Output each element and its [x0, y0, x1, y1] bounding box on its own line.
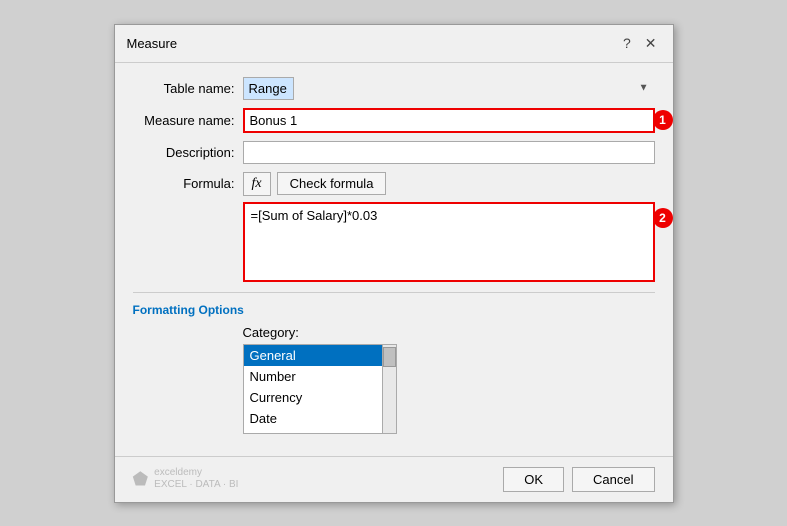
watermark-icon: ⬟	[133, 469, 149, 490]
help-button[interactable]: ?	[619, 33, 635, 53]
table-name-label: Table name:	[133, 81, 243, 96]
table-name-select-wrapper: Range	[243, 77, 655, 100]
measure-name-row: Measure name: 1	[133, 108, 655, 133]
table-name-row: Table name: Range	[133, 77, 655, 100]
check-formula-button[interactable]: Check formula	[277, 172, 387, 195]
measure-name-label: Measure name:	[133, 113, 243, 128]
measure-name-wrapper: 1	[243, 108, 655, 133]
list-item[interactable]: Number	[244, 366, 382, 387]
dialog-footer: ⬟ exceldemy EXCEL · DATA · BI OK Cancel	[115, 456, 673, 502]
formatting-section-title: Formatting Options	[133, 303, 655, 317]
list-item[interactable]: General	[244, 345, 382, 366]
title-bar-buttons: ? ✕	[619, 33, 661, 54]
footer-buttons: OK Cancel	[503, 467, 654, 492]
measure-name-input[interactable]	[243, 108, 655, 133]
formula-row: Formula: fx Check formula	[133, 172, 655, 196]
scrollbar[interactable]	[383, 344, 397, 434]
formula-textarea-wrapper: 2	[243, 202, 655, 282]
formula-label: Formula:	[133, 176, 243, 191]
separator	[133, 292, 655, 293]
description-input[interactable]	[243, 141, 655, 164]
close-button[interactable]: ✕	[641, 33, 661, 54]
watermark-line1: exceldemy	[154, 467, 238, 479]
dialog-body: Table name: Range Measure name: 1 Descri…	[115, 63, 673, 444]
table-name-select[interactable]: Range	[243, 77, 294, 100]
watermark-text: exceldemy EXCEL · DATA · BI	[154, 467, 238, 491]
list-item[interactable]: Currency	[244, 387, 382, 408]
category-label: Category:	[243, 325, 655, 340]
watermark-line2: EXCEL · DATA · BI	[154, 479, 238, 491]
formula-badge: 2	[653, 208, 673, 228]
fx-button[interactable]: fx	[243, 172, 271, 196]
title-bar: Measure ? ✕	[115, 25, 673, 63]
dialog-title: Measure	[127, 36, 178, 51]
formula-area-row: 2	[133, 202, 655, 282]
formula-input[interactable]	[243, 202, 655, 282]
category-list: General Number Currency Date	[243, 344, 383, 434]
ok-button[interactable]: OK	[503, 467, 564, 492]
category-list-wrapper: General Number Currency Date	[243, 344, 655, 434]
cancel-button[interactable]: Cancel	[572, 467, 654, 492]
scrollbar-thumb	[383, 347, 396, 367]
measure-dialog: Measure ? ✕ Table name: Range Measure na…	[114, 24, 674, 503]
description-row: Description:	[133, 141, 655, 164]
description-label: Description:	[133, 145, 243, 160]
list-item[interactable]: Date	[244, 408, 382, 429]
formula-spacer	[133, 202, 243, 282]
watermark: ⬟ exceldemy EXCEL · DATA · BI	[133, 467, 239, 491]
measure-name-badge: 1	[653, 110, 673, 130]
